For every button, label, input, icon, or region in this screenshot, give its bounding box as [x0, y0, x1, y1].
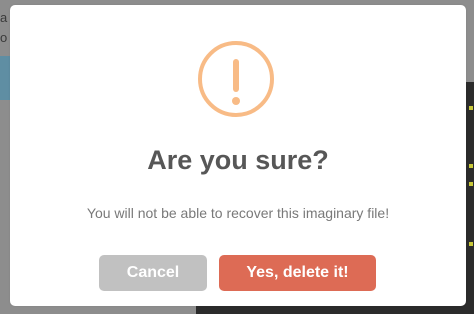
- dialog-title: Are you sure?: [147, 145, 329, 175]
- confirm-dialog: Are you sure? You will not be able to re…: [10, 5, 466, 306]
- cancel-button[interactable]: Cancel: [99, 255, 207, 291]
- confirm-delete-button[interactable]: Yes, delete it!: [219, 255, 376, 291]
- background-code-panel: [466, 82, 474, 286]
- exclamation-dot: [232, 97, 240, 105]
- background-panel-strip: [0, 56, 10, 100]
- warning-exclamation-icon: [198, 41, 274, 117]
- dialog-message: You will not be able to recover this ima…: [86, 205, 390, 221]
- exclamation-bar: [233, 59, 239, 92]
- background-text: a o: [0, 10, 8, 45]
